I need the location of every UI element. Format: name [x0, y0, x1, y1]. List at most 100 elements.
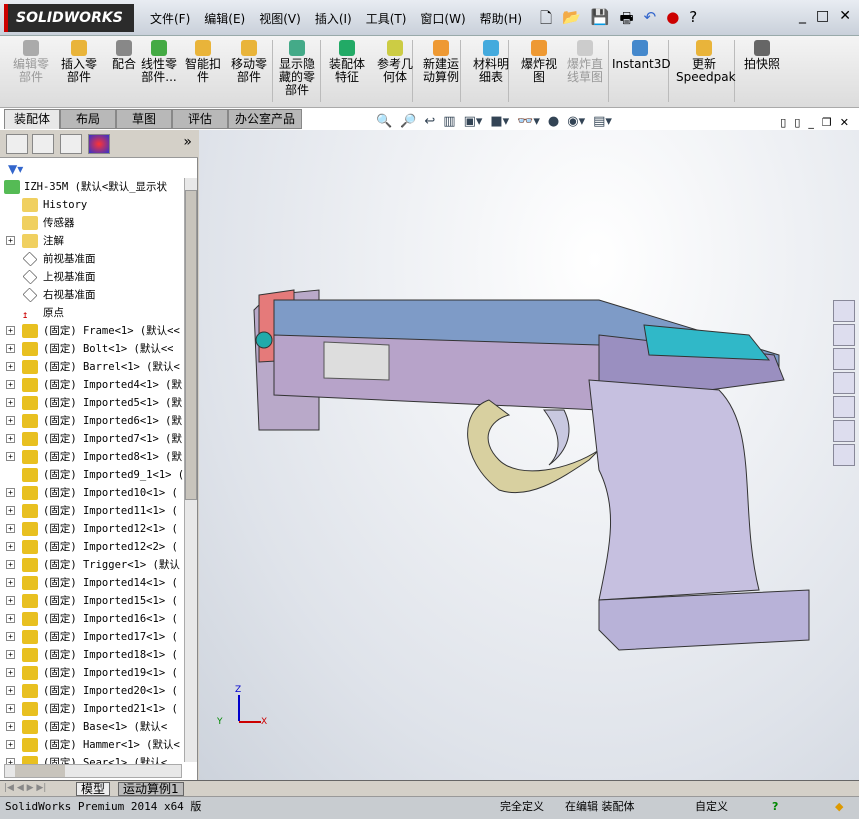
- ribbon-button[interactable]: 参考几何体: [374, 40, 416, 84]
- ribbon-button[interactable]: 装配体特征: [326, 40, 368, 84]
- property-manager-tab[interactable]: [32, 134, 54, 154]
- configuration-manager-tab[interactable]: [60, 134, 82, 154]
- ribbon-button[interactable]: 插入零部件: [58, 40, 100, 84]
- expand-icon[interactable]: +: [6, 236, 15, 245]
- tree-item[interactable]: + (固定) Imported12<1> (: [0, 520, 184, 538]
- rebuild-icon[interactable]: ●: [666, 8, 679, 33]
- menu-item[interactable]: 编辑(E): [204, 10, 245, 27]
- ribbon-button[interactable]: 新建运动算例: [420, 40, 462, 84]
- graphics-area[interactable]: Z Y X ▯ ▯ _ ❐ ✕: [199, 116, 859, 780]
- expand-icon[interactable]: +: [6, 740, 15, 749]
- expand-icon[interactable]: +: [6, 524, 15, 533]
- menu-item[interactable]: 视图(V): [259, 10, 301, 27]
- hide-show-icon[interactable]: 👓▾: [517, 114, 540, 129]
- tree-item[interactable]: 传感器: [0, 214, 184, 232]
- tree-item[interactable]: + (固定) Imported18<1> (: [0, 646, 184, 664]
- menu-item[interactable]: 工具(T): [366, 10, 407, 27]
- tree-item[interactable]: + (固定) Imported16<1> (: [0, 610, 184, 628]
- tile-view-2-icon[interactable]: ▯: [794, 116, 800, 129]
- ribbon-button[interactable]: 编辑零部件: [10, 40, 52, 84]
- appearance-icon[interactable]: ●: [548, 114, 559, 129]
- tab-0[interactable]: 装配体: [4, 109, 60, 129]
- expand-icon[interactable]: +: [6, 416, 15, 425]
- menu-item[interactable]: 窗口(W): [420, 10, 465, 27]
- ribbon-button[interactable]: 爆炸直线草图: [564, 40, 606, 84]
- tree-item[interactable]: + (固定) Trigger<1> (默认: [0, 556, 184, 574]
- expand-icon[interactable]: +: [6, 380, 15, 389]
- expand-icon[interactable]: +: [6, 326, 15, 335]
- expand-icon[interactable]: +: [6, 722, 15, 731]
- tree-item[interactable]: + (固定) Imported8<1> (默: [0, 448, 184, 466]
- expand-icon[interactable]: +: [6, 452, 15, 461]
- menu-item[interactable]: 文件(F): [150, 10, 190, 27]
- ribbon-button[interactable]: 拍快照: [741, 40, 783, 71]
- tree-item[interactable]: + (固定) Imported11<1> (: [0, 502, 184, 520]
- tree-vertical-scrollbar[interactable]: [184, 178, 197, 762]
- tab-motion-study[interactable]: 运动算例1: [118, 782, 184, 796]
- appearances-tab[interactable]: [833, 420, 855, 442]
- expand-icon[interactable]: +: [6, 344, 15, 353]
- tree-item[interactable]: 右视基准面: [0, 286, 184, 304]
- ribbon-button[interactable]: 移动零部件: [228, 40, 270, 84]
- ribbon-button[interactable]: 线性零部件...: [138, 40, 180, 84]
- tree-item[interactable]: History: [0, 196, 184, 214]
- tab-3[interactable]: 评估: [172, 109, 228, 129]
- tab-model[interactable]: 模型: [76, 782, 111, 796]
- tooltip-icon[interactable]: ◆: [835, 797, 843, 817]
- expand-icon[interactable]: +: [6, 488, 15, 497]
- expand-icon[interactable]: +: [6, 614, 15, 623]
- ribbon-button[interactable]: Instant3D: [612, 40, 671, 71]
- expand-icon[interactable]: +: [6, 560, 15, 569]
- print-icon[interactable]: 🖶: [619, 8, 633, 33]
- expand-icon[interactable]: +: [6, 668, 15, 677]
- tree-item[interactable]: + (固定) Hammer<1> (默认<: [0, 736, 184, 754]
- tree-item[interactable]: + (固定) Bolt<1> (默认<<: [0, 340, 184, 358]
- tree-item[interactable]: + (固定) Imported20<1> (: [0, 682, 184, 700]
- ribbon-button[interactable]: 材料明细表: [470, 40, 512, 84]
- menu-item[interactable]: 帮助(H): [480, 10, 522, 27]
- maximize-button[interactable]: □: [816, 8, 829, 24]
- scene-icon[interactable]: ◉▾: [567, 114, 585, 129]
- tree-item[interactable]: + (固定) Imported4<1> (默: [0, 376, 184, 394]
- view-minimize-button[interactable]: _: [808, 116, 814, 129]
- view-restore-button[interactable]: ❐: [822, 116, 832, 129]
- tree-item[interactable]: + (固定) Barrel<1> (默认<: [0, 358, 184, 376]
- undo-icon[interactable]: ↶: [644, 8, 657, 33]
- section-view-icon[interactable]: ▥: [443, 114, 455, 129]
- view-settings-icon[interactable]: ▤▾: [593, 114, 612, 129]
- ribbon-button[interactable]: 更新Speedpak: [676, 40, 736, 84]
- custom-properties-tab[interactable]: [833, 444, 855, 466]
- tree-item[interactable]: + (固定) Imported14<1> (: [0, 574, 184, 592]
- expand-icon[interactable]: +: [6, 650, 15, 659]
- expand-icon[interactable]: +: [6, 398, 15, 407]
- file-explorer-tab[interactable]: [833, 372, 855, 394]
- home-tab[interactable]: [833, 324, 855, 346]
- close-button[interactable]: ✕: [839, 8, 851, 24]
- filter-icon[interactable]: ▼▾: [8, 162, 23, 176]
- new-file-icon[interactable]: 🗋: [540, 8, 552, 33]
- save-icon[interactable]: 💾: [591, 8, 610, 33]
- expand-icon[interactable]: +: [6, 686, 15, 695]
- menu-item[interactable]: 插入(I): [315, 10, 352, 27]
- tree-item[interactable]: 前视基准面: [0, 250, 184, 268]
- expand-icon[interactable]: +: [6, 596, 15, 605]
- tree-item[interactable]: + (固定) Imported10<1> (: [0, 484, 184, 502]
- expand-icon[interactable]: +: [6, 506, 15, 515]
- tab-4[interactable]: 办公室产品: [228, 109, 302, 129]
- tree-item[interactable]: (固定) Imported9_1<1> (: [0, 466, 184, 484]
- previous-view-icon[interactable]: ↩: [424, 114, 435, 129]
- units-selector[interactable]: 自定义: [695, 797, 728, 817]
- tree-item[interactable]: + (固定) Imported15<1> (: [0, 592, 184, 610]
- expand-icon[interactable]: +: [6, 632, 15, 641]
- view-palette-tab[interactable]: [833, 396, 855, 418]
- ribbon-button[interactable]: 智能扣件: [182, 40, 224, 84]
- help-icon[interactable]: ?: [689, 8, 697, 33]
- tree-item[interactable]: + (固定) Imported19<1> (: [0, 664, 184, 682]
- tree-item[interactable]: + (固定) Imported12<2> (: [0, 538, 184, 556]
- expand-icon[interactable]: +: [6, 434, 15, 443]
- tab-1[interactable]: 布局: [60, 109, 116, 129]
- tree-item[interactable]: + 注解: [0, 232, 184, 250]
- solidworks-resources-tab[interactable]: [833, 300, 855, 322]
- tree-item[interactable]: + (固定) Frame<1> (默认<<: [0, 322, 184, 340]
- minimize-button[interactable]: _: [799, 8, 806, 24]
